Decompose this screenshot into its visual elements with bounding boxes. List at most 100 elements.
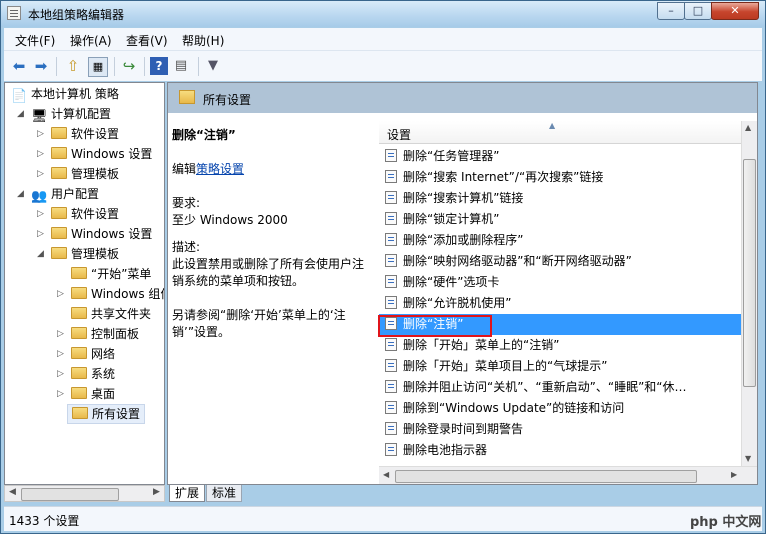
- up-folder-icon[interactable]: ⇧: [64, 57, 82, 75]
- list-item-label: 删除到“Windows Update”的链接和访问: [403, 401, 625, 415]
- tree-item-cc-admin[interactable]: 管理模板: [51, 164, 119, 184]
- menu-help[interactable]: 帮助(H): [182, 32, 224, 49]
- tree-collapsed-icon[interactable]: ▷: [57, 349, 64, 359]
- list-item[interactable]: 删除“锁定计算机”: [379, 209, 741, 230]
- tree-collapsed-icon[interactable]: ▷: [37, 229, 44, 239]
- tree-horizontal-scrollbar[interactable]: ◀ ▶: [4, 485, 165, 502]
- policy-setting-icon: [385, 254, 397, 267]
- list-item-label: 删除“添加或删除程序”: [403, 233, 524, 247]
- tree-collapsed-icon[interactable]: ▷: [57, 329, 64, 339]
- scroll-thumb[interactable]: [395, 470, 697, 483]
- tree-item-control-panel[interactable]: 控制面板: [71, 324, 139, 344]
- description-text: 此设置禁用或删除了所有会使用户注销系统的菜单项和按钮。: [172, 257, 365, 288]
- show-hide-tree-icon[interactable]: ▦: [88, 57, 108, 77]
- tree-item-desktop[interactable]: 桌面: [71, 384, 115, 404]
- tree-item-all-settings[interactable]: 所有设置: [67, 404, 146, 424]
- scroll-right-icon[interactable]: ▶: [153, 487, 160, 497]
- edit-line: 编辑策略设置: [172, 162, 245, 176]
- help-icon[interactable]: ?: [150, 57, 168, 75]
- scroll-thumb[interactable]: [743, 159, 756, 387]
- tree-item-user-config[interactable]: 👥 用户配置: [31, 184, 99, 204]
- sort-ascending-icon: ▲: [549, 121, 556, 130]
- tree-collapsed-icon[interactable]: ▷: [57, 369, 64, 379]
- minimize-button[interactable]: –: [657, 2, 685, 20]
- menu-view[interactable]: 查看(V): [126, 32, 168, 49]
- tree-item-uc-windows[interactable]: Windows 设置: [51, 224, 152, 244]
- list-item[interactable]: 删除“任务管理器”: [379, 146, 741, 167]
- scroll-up-icon[interactable]: ▲: [745, 123, 751, 132]
- scroll-thumb[interactable]: [21, 488, 119, 501]
- list-item[interactable]: 删除“添加或删除程序”: [379, 230, 741, 251]
- folder-icon: [71, 367, 87, 379]
- tab-standard[interactable]: 标准: [206, 485, 243, 502]
- maximize-button[interactable]: □: [684, 2, 712, 20]
- description-label: 描述:: [172, 240, 201, 254]
- list-item[interactable]: 删除电池指示器: [379, 440, 741, 461]
- menu-bar: 文件(F) 操作(A) 查看(V) 帮助(H): [4, 28, 762, 50]
- folder-icon: [71, 267, 87, 279]
- list-item[interactable]: 删除登录时间到期警告: [379, 419, 741, 440]
- policy-setting-icon: [385, 170, 397, 183]
- list-item[interactable]: 删除“搜索 Internet”/“再次搜索”链接: [379, 167, 741, 188]
- scroll-left-icon[interactable]: ◀: [383, 470, 389, 479]
- menu-action[interactable]: 操作(A): [70, 32, 112, 49]
- menu-file[interactable]: 文件(F): [15, 32, 55, 49]
- tree-expand-icon[interactable]: ◢: [17, 109, 24, 119]
- tree-item-cc-windows[interactable]: Windows 设置: [51, 144, 152, 164]
- tree-collapsed-icon[interactable]: ▷: [37, 209, 44, 219]
- tree-item-system[interactable]: 系统: [71, 364, 115, 384]
- tree-expand-icon[interactable]: ◢: [17, 189, 24, 199]
- policy-setting-icon: [385, 380, 397, 393]
- highlight-annotation-box: [378, 315, 492, 337]
- tree-item-shared-folders[interactable]: 共享文件夹: [71, 304, 151, 324]
- list-horizontal-scrollbar[interactable]: ◀ ▶: [379, 466, 757, 484]
- folder-icon: [51, 227, 67, 239]
- list-item-label: 删除“映射网络驱动器”和“断开网络驱动器”: [403, 254, 632, 268]
- setting-title: 删除“注销”: [172, 128, 236, 142]
- scroll-right-icon[interactable]: ▶: [731, 470, 737, 479]
- policy-setting-icon: [385, 275, 397, 288]
- tree-item-windows-components[interactable]: Windows 组件: [71, 284, 164, 304]
- list-item[interactable]: 删除「开始」菜单上的“注销”: [379, 335, 741, 356]
- tab-extended[interactable]: 扩展: [169, 485, 206, 502]
- list-vertical-scrollbar[interactable]: ▲ ▼: [741, 121, 757, 466]
- tree-item-computer-config[interactable]: 🖥 计算机配置: [31, 104, 111, 124]
- list-item[interactable]: 删除到“Windows Update”的链接和访问: [379, 398, 741, 419]
- list-item[interactable]: 删除并阻止访问“关机”、“重新启动”、“睡眠”和“休…: [379, 377, 741, 398]
- tree-collapsed-icon[interactable]: ▷: [57, 289, 64, 299]
- requirements-label: 要求:: [172, 196, 201, 210]
- tree-collapsed-icon[interactable]: ▷: [37, 129, 44, 139]
- properties-icon[interactable]: ▤: [172, 57, 190, 75]
- list-item[interactable]: 删除“硬件”选项卡: [379, 272, 741, 293]
- title-bar: 本地组策略编辑器 – □ ✕: [1, 1, 765, 27]
- tree-item-root[interactable]: 📄 本地计算机 策略: [11, 84, 119, 104]
- tree-expand-icon[interactable]: ◢: [37, 249, 44, 259]
- list-item[interactable]: 删除「开始」菜单项目上的“气球提示”: [379, 356, 741, 377]
- tree-collapsed-icon[interactable]: ▷: [37, 169, 44, 179]
- edit-policy-link[interactable]: 策略设置: [196, 162, 244, 176]
- scroll-down-icon[interactable]: ▼: [745, 454, 751, 463]
- forward-arrow-icon[interactable]: ➡: [32, 57, 50, 75]
- list-item[interactable]: 删除“搜索计算机”链接: [379, 188, 741, 209]
- policy-setting-icon: [385, 443, 397, 456]
- tree-item-uc-software[interactable]: 软件设置: [51, 204, 119, 224]
- tree-item-start-menu[interactable]: “开始”菜单: [71, 264, 151, 284]
- tree-collapsed-icon[interactable]: ▷: [57, 389, 64, 399]
- folder-icon: [71, 307, 87, 319]
- export-list-icon[interactable]: ↪: [120, 57, 138, 75]
- close-button[interactable]: ✕: [711, 2, 759, 20]
- list-item[interactable]: 删除“映射网络驱动器”和“断开网络驱动器”: [379, 251, 741, 272]
- tree-item-uc-admin[interactable]: 管理模板: [51, 244, 119, 264]
- filter-icon[interactable]: ▼: [204, 57, 222, 75]
- tree-item-cc-software[interactable]: 软件设置: [51, 124, 119, 144]
- list-item-label: 删除“允许脱机使用”: [403, 296, 512, 310]
- status-text: 1433 个设置: [9, 514, 80, 528]
- list-column-header[interactable]: 设置 ▲: [379, 121, 741, 144]
- back-arrow-icon[interactable]: ⬅: [10, 57, 28, 75]
- policy-setting-icon: [385, 149, 397, 162]
- list-item-label: 删除“硬件”选项卡: [403, 275, 500, 289]
- tree-collapsed-icon[interactable]: ▷: [37, 149, 44, 159]
- tree-item-network[interactable]: 网络: [71, 344, 115, 364]
- scroll-left-icon[interactable]: ◀: [9, 487, 16, 497]
- list-item[interactable]: 删除“允许脱机使用”: [379, 293, 741, 314]
